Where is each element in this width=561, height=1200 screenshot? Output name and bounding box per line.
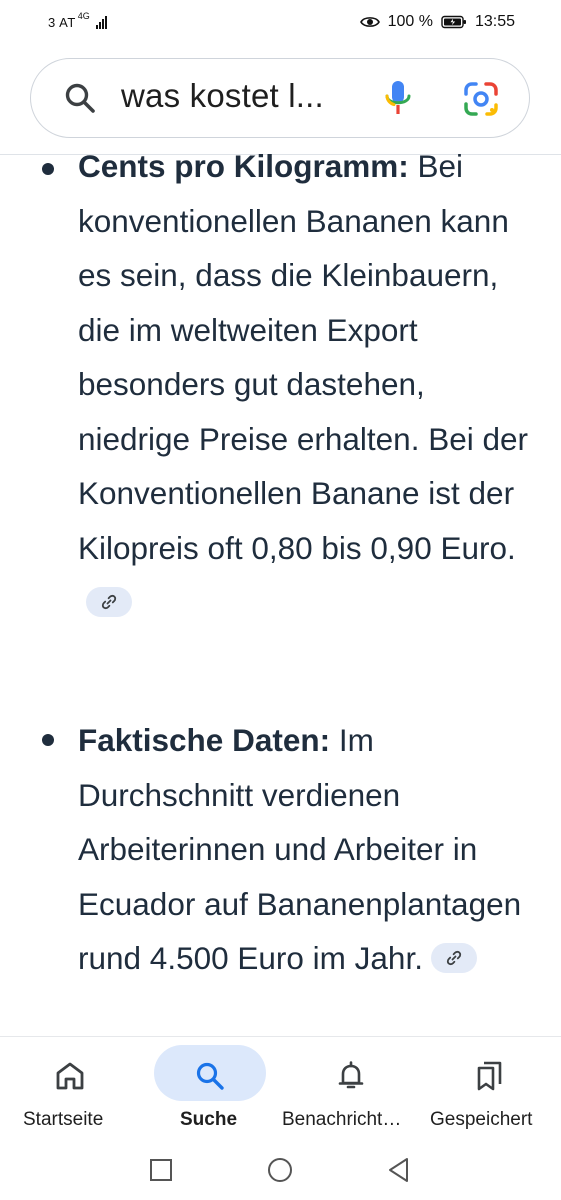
system-navigation-bar [0,1146,561,1200]
nav-label: Startseite [23,1109,104,1130]
home-button-icon[interactable] [266,1156,294,1184]
bottom-navigation: Startseite Suche Benachricht… Gespeicher… [0,1036,561,1147]
carrier-label: 3 AT [48,14,76,30]
nav-label: Gespeichert [430,1109,533,1130]
source-link-button[interactable] [430,943,477,973]
bell-icon [338,1061,364,1089]
bullet-heading: Faktische Daten: [78,722,331,758]
bullet-text: Cents pro Kilogramm: Bei konventionellen… [78,142,538,630]
nav-item-startseite[interactable]: Startseite [0,1037,140,1147]
nav-item-gespeichert[interactable]: Gespeichert [425,1037,561,1147]
link-icon [446,950,462,966]
signal-icon [95,15,107,29]
bullet-heading: Cents pro Kilogramm: [78,148,409,184]
status-left: 3 AT 4G [48,11,107,30]
bullet-body: Im Durchschnitt verdienen Arbeiterinnen … [78,722,522,976]
status-bar: 3 AT 4G 100 % 13:55 [0,0,561,44]
nav-label: Suche [180,1109,238,1130]
eye-icon [359,17,380,27]
back-icon[interactable] [385,1156,413,1184]
search-bar[interactable]: was kostet l... [30,58,530,138]
search-icon[interactable] [63,81,97,115]
recent-apps-icon[interactable] [147,1156,175,1184]
home-icon [56,1062,84,1090]
nav-item-benachrichtigungen[interactable]: Benachricht… [280,1037,425,1147]
microphone-icon[interactable] [383,79,413,119]
bullet-text: Faktische Daten: Im Durchschnitt verdien… [78,713,538,986]
battery-percent: 100 % [387,13,433,30]
google-lens-icon[interactable] [463,81,499,117]
search-icon [196,1062,224,1090]
source-link-button[interactable] [86,587,132,617]
nav-label: Benachricht… [282,1109,402,1130]
link-icon [101,594,117,610]
bookmarks-icon [477,1061,502,1091]
bullet-dot [42,734,54,746]
bullet-dot [42,163,54,175]
status-right: 100 % 13:55 [359,13,515,31]
search-query-text[interactable]: was kostet l... [121,77,324,115]
bullet-body: Bei konventionellen Bananen kann es sein… [78,148,529,566]
network-label: 4G [77,11,90,21]
ai-overview-content: Cents pro Kilogramm: Bei konventionellen… [0,142,561,1035]
nav-item-suche[interactable]: Suche [140,1037,280,1147]
clock: 13:55 [474,13,515,30]
battery-icon [441,15,466,29]
